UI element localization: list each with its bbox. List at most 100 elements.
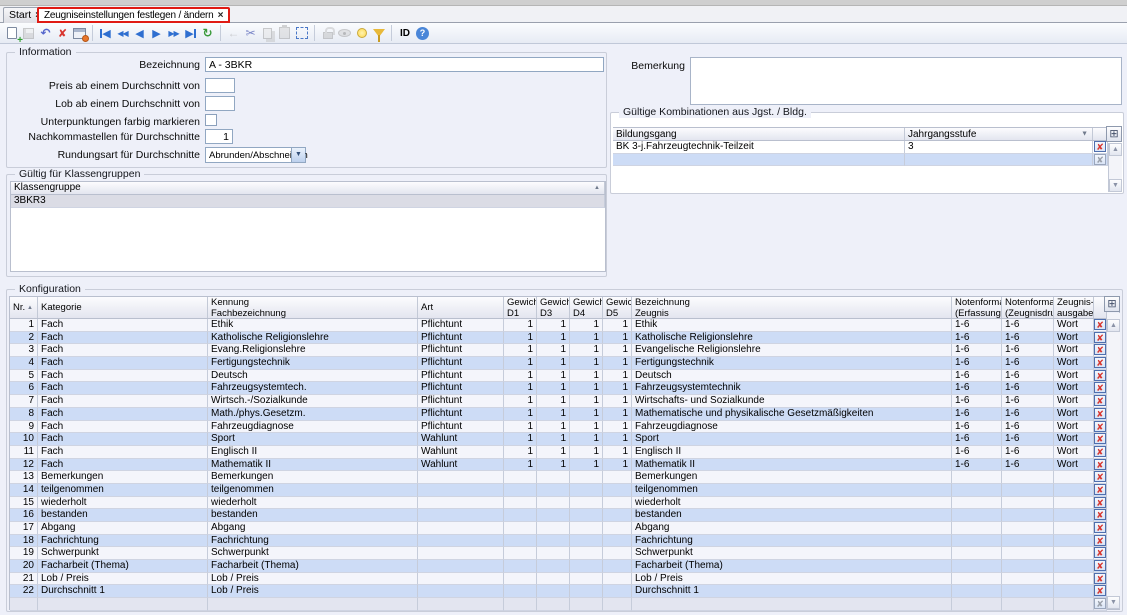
delete-row-button[interactable]: ✘: [1094, 497, 1106, 508]
id-button[interactable]: ID: [396, 24, 414, 42]
delete-row-button[interactable]: ✘: [1094, 535, 1106, 546]
table-row[interactable]: 20Facharbeit (Thema)Facharbeit (Thema)Fa…: [10, 560, 1107, 573]
nav-fast-next-button[interactable]: ▶▶: [165, 24, 182, 42]
refresh-button[interactable]: ↻: [199, 24, 216, 42]
table-row[interactable]: 16bestandenbestandenbestanden✘: [10, 509, 1107, 522]
bildungsgang-column-header[interactable]: Bildungsgang: [613, 128, 905, 140]
delete-row-button[interactable]: ✘: [1094, 573, 1106, 584]
paste-button[interactable]: [276, 24, 293, 42]
help-button[interactable]: ?: [414, 24, 431, 42]
nav-last-button[interactable]: ▶: [182, 24, 199, 42]
preis-input[interactable]: [205, 78, 235, 93]
tab-close-icon[interactable]: ×: [218, 10, 224, 21]
table-row[interactable]: 6FachFahrzeugsystemtech.Pflichtunt1111Fa…: [10, 382, 1107, 395]
table-row[interactable]: 9FachFahrzeugdiagnosePflichtunt1111Fahrz…: [10, 421, 1107, 434]
konfiguration-column-header[interactable]: GewichtD5: [603, 297, 632, 318]
lock-button[interactable]: [319, 24, 336, 42]
new-record-button[interactable]: +: [3, 24, 20, 42]
cut-button[interactable]: ✂: [242, 24, 259, 42]
new-row[interactable]: ✘: [10, 598, 1107, 611]
konfiguration-column-header[interactable]: Kategorie: [38, 297, 208, 318]
konfiguration-column-header[interactable]: Art: [418, 297, 504, 318]
konfiguration-column-header[interactable]: GewichtD4: [570, 297, 603, 318]
new-row[interactable]: ✘: [613, 154, 1121, 167]
delete-row-button[interactable]: ✘: [1094, 560, 1106, 571]
nav-next-button[interactable]: ▶: [148, 24, 165, 42]
bemerkung-textarea[interactable]: [690, 57, 1122, 105]
konfiguration-column-header[interactable]: BezeichnungZeugnis: [632, 297, 952, 318]
table-row[interactable]: 22Durchschnitt 1Lob / PreisDurchschnitt …: [10, 585, 1107, 598]
table-row[interactable]: 11FachEnglisch IIWahlunt1111Englisch II1…: [10, 446, 1107, 459]
bezeichnung-input[interactable]: [205, 57, 604, 72]
unterpunktungen-checkbox[interactable]: [205, 114, 217, 126]
table-row[interactable]: 5FachDeutschPflichtunt1111Deutsch1-61-6W…: [10, 370, 1107, 383]
scroll-up-icon[interactable]: ▲: [1107, 319, 1120, 332]
column-chooser-button[interactable]: ⊞: [1104, 296, 1120, 312]
table-row[interactable]: 2FachKatholische ReligionslehrePflichtun…: [10, 332, 1107, 345]
scroll-down-icon[interactable]: ▼: [1107, 596, 1120, 609]
scroll-down-icon[interactable]: ▼: [1109, 179, 1122, 192]
table-row[interactable]: BK 3-j.Fahrzeugtechnik-Teilzeit3✘: [613, 141, 1121, 154]
delete-row-button[interactable]: ✘: [1094, 344, 1106, 355]
delete-row-button[interactable]: ✘: [1094, 547, 1106, 558]
table-row[interactable]: 21Lob / PreisLob / PreisLob / Preis✘: [10, 573, 1107, 586]
save-button[interactable]: [20, 24, 37, 42]
list-item[interactable]: 3BKR3: [11, 195, 605, 208]
lob-input[interactable]: [205, 96, 235, 111]
jahrgangsstufe-column-header[interactable]: Jahrgangsstufe ▼: [905, 128, 1093, 140]
delete-row-button[interactable]: ✘: [1094, 370, 1106, 381]
table-row[interactable]: 17AbgangAbgangAbgang✘: [10, 522, 1107, 535]
column-chooser-button[interactable]: ⊞: [1106, 126, 1122, 142]
delete-row-button[interactable]: ✘: [1094, 382, 1106, 393]
konfiguration-column-header[interactable]: KennungFachbezeichnung: [208, 297, 418, 318]
table-row[interactable]: 19SchwerpunktSchwerpunktSchwerpunkt✘: [10, 547, 1107, 560]
nav-prev-button[interactable]: ◀: [131, 24, 148, 42]
delete-row-button[interactable]: ✘: [1094, 408, 1106, 419]
delete-row-button[interactable]: ✘: [1094, 446, 1106, 457]
konfiguration-scrollbar[interactable]: ▲ ▼: [1106, 313, 1120, 609]
delete-row-button[interactable]: ✘: [1094, 509, 1106, 520]
select-region-button[interactable]: [293, 24, 310, 42]
scroll-up-icon[interactable]: ▲: [1109, 143, 1122, 156]
chevron-down-icon[interactable]: ▼: [291, 148, 305, 162]
table-row[interactable]: 10FachSportWahlunt1111Sport1-61-6Wort✘: [10, 433, 1107, 446]
konfiguration-column-header[interactable]: GewichtD3: [537, 297, 570, 318]
table-row[interactable]: 18FachrichtungFachrichtungFachrichtung✘: [10, 535, 1107, 548]
delete-row-button[interactable]: ✘: [1094, 484, 1106, 495]
delete-row-button-disabled[interactable]: ✘: [1094, 154, 1106, 165]
nav-first-button[interactable]: ◀: [97, 24, 114, 42]
back-button[interactable]: ←: [225, 24, 242, 42]
delete-row-button[interactable]: ✘: [1094, 433, 1106, 444]
konfiguration-column-header[interactable]: Notenformat(Zeugnisdruck): [1002, 297, 1054, 318]
delete-row-button[interactable]: ✘: [1094, 459, 1106, 470]
chevron-down-icon[interactable]: ▼: [1081, 128, 1088, 140]
hint-button[interactable]: [353, 24, 370, 42]
klassengruppe-column-header[interactable]: Klassengruppe ▲: [11, 182, 605, 194]
konfiguration-column-header[interactable]: GewichtD1: [504, 297, 537, 318]
nav-fast-prev-button[interactable]: ◀◀: [114, 24, 131, 42]
delete-row-button[interactable]: ✘: [1094, 395, 1106, 406]
table-row[interactable]: 4FachFertigungstechnikPflichtunt1111Fert…: [10, 357, 1107, 370]
table-row[interactable]: 3FachEvang.ReligionslehrePflichtunt1111E…: [10, 344, 1107, 357]
delete-row-button[interactable]: ✘: [1094, 319, 1106, 330]
nachkommastellen-input[interactable]: [205, 129, 233, 144]
tab-zeugniseinstellungen[interactable]: Zeugniseinstellungen festlegen / ändern×: [37, 7, 230, 23]
delete-row-button[interactable]: ✘: [1094, 141, 1106, 152]
delete-row-button[interactable]: ✘: [1094, 471, 1106, 482]
filter-button[interactable]: [370, 24, 387, 42]
konfiguration-column-header[interactable]: Notenformat(Erfassung): [952, 297, 1002, 318]
table-row[interactable]: 8FachMath./phys.Gesetzm.Pflichtunt1111Ma…: [10, 408, 1107, 421]
table-row[interactable]: 15wiederholtwiederholtwiederholt✘: [10, 497, 1107, 510]
kombinationen-scrollbar[interactable]: ▲ ▼: [1108, 143, 1122, 192]
table-row[interactable]: 14teilgenommenteilgenommenteilgenommen✘: [10, 484, 1107, 497]
table-row[interactable]: 13BemerkungenBemerkungenBemerkungen✘: [10, 471, 1107, 484]
delete-button[interactable]: ✘: [54, 24, 71, 42]
table-row[interactable]: 1FachEthikPflichtunt1111Ethik1-61-6Wort✘: [10, 319, 1107, 332]
delete-row-button[interactable]: ✘: [1094, 421, 1106, 432]
konfiguration-column-header[interactable]: Nr.▲: [10, 297, 38, 318]
delete-row-button[interactable]: ✘: [1094, 332, 1106, 343]
delete-row-button[interactable]: ✘: [1094, 522, 1106, 533]
undo-button[interactable]: ↶: [37, 24, 54, 42]
rundungsart-select[interactable]: Abrunden/Abschneiden ▼: [205, 147, 306, 163]
delete-row-button[interactable]: ✘: [1094, 357, 1106, 368]
